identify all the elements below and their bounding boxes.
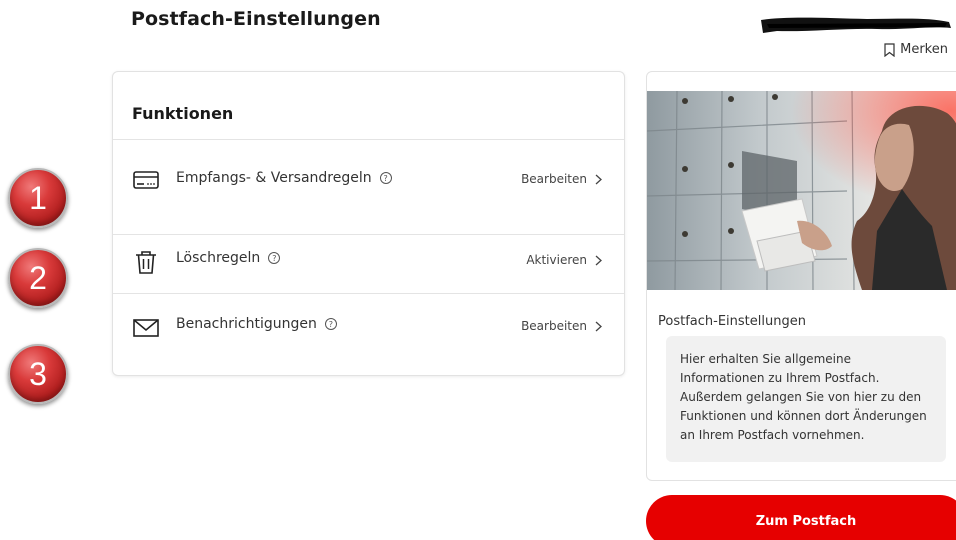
info-text: Hier erhalten Sie allgemeine Information…	[666, 336, 946, 462]
envelope-icon	[132, 316, 160, 340]
trash-icon	[132, 250, 160, 274]
functions-heading: Funktionen	[132, 104, 234, 123]
annotation-badge-2: 2	[8, 248, 68, 308]
divider	[113, 139, 624, 140]
info-card-title: Postfach-Einstellungen	[658, 314, 806, 329]
help-icon[interactable]: ?	[324, 318, 337, 330]
info-card: Postfach-Einstellungen Hier erhalten Sie…	[646, 71, 956, 481]
divider	[113, 293, 624, 294]
divider	[113, 234, 624, 235]
function-row-notifications[interactable]: Benachrichtigungen ? Bearbeiten	[113, 316, 624, 340]
action-label: Bearbeiten	[521, 172, 587, 186]
redacted-username	[761, 17, 951, 33]
edit-rules-button[interactable]: Bearbeiten	[521, 172, 602, 186]
action-label: Bearbeiten	[521, 319, 587, 333]
function-row-delete-rules[interactable]: Löschregeln ? Aktivieren	[113, 250, 624, 274]
go-to-mailbox-button[interactable]: Zum Postfach	[646, 495, 956, 540]
annotation-badge-1: 1	[8, 168, 68, 228]
function-label: Benachrichtigungen	[176, 316, 317, 332]
page-title: Postfach-Einstellungen	[131, 8, 381, 30]
bookmark-icon	[884, 42, 895, 57]
chevron-right-icon	[595, 255, 602, 265]
mailbox-photo	[647, 91, 956, 290]
function-label: Empfangs- & Versandregeln	[176, 170, 372, 186]
chevron-right-icon	[595, 321, 602, 331]
functions-card: Funktionen Empfangs- & Versandregeln ? B…	[112, 71, 625, 376]
annotation-badge-3: 3	[8, 344, 68, 404]
bookmark-button[interactable]: Merken	[884, 42, 948, 57]
help-icon[interactable]: ?	[268, 252, 281, 264]
bookmark-label: Merken	[900, 42, 948, 57]
help-icon[interactable]: ?	[379, 172, 392, 184]
chevron-right-icon	[595, 174, 602, 184]
card-icon	[132, 168, 160, 192]
function-row-rules[interactable]: Empfangs- & Versandregeln ? Bearbeiten	[113, 168, 624, 192]
function-label: Löschregeln	[176, 250, 261, 266]
edit-notifications-button[interactable]: Bearbeiten	[521, 319, 602, 333]
activate-delete-rules-button[interactable]: Aktivieren	[526, 253, 602, 267]
action-label: Aktivieren	[526, 253, 587, 267]
